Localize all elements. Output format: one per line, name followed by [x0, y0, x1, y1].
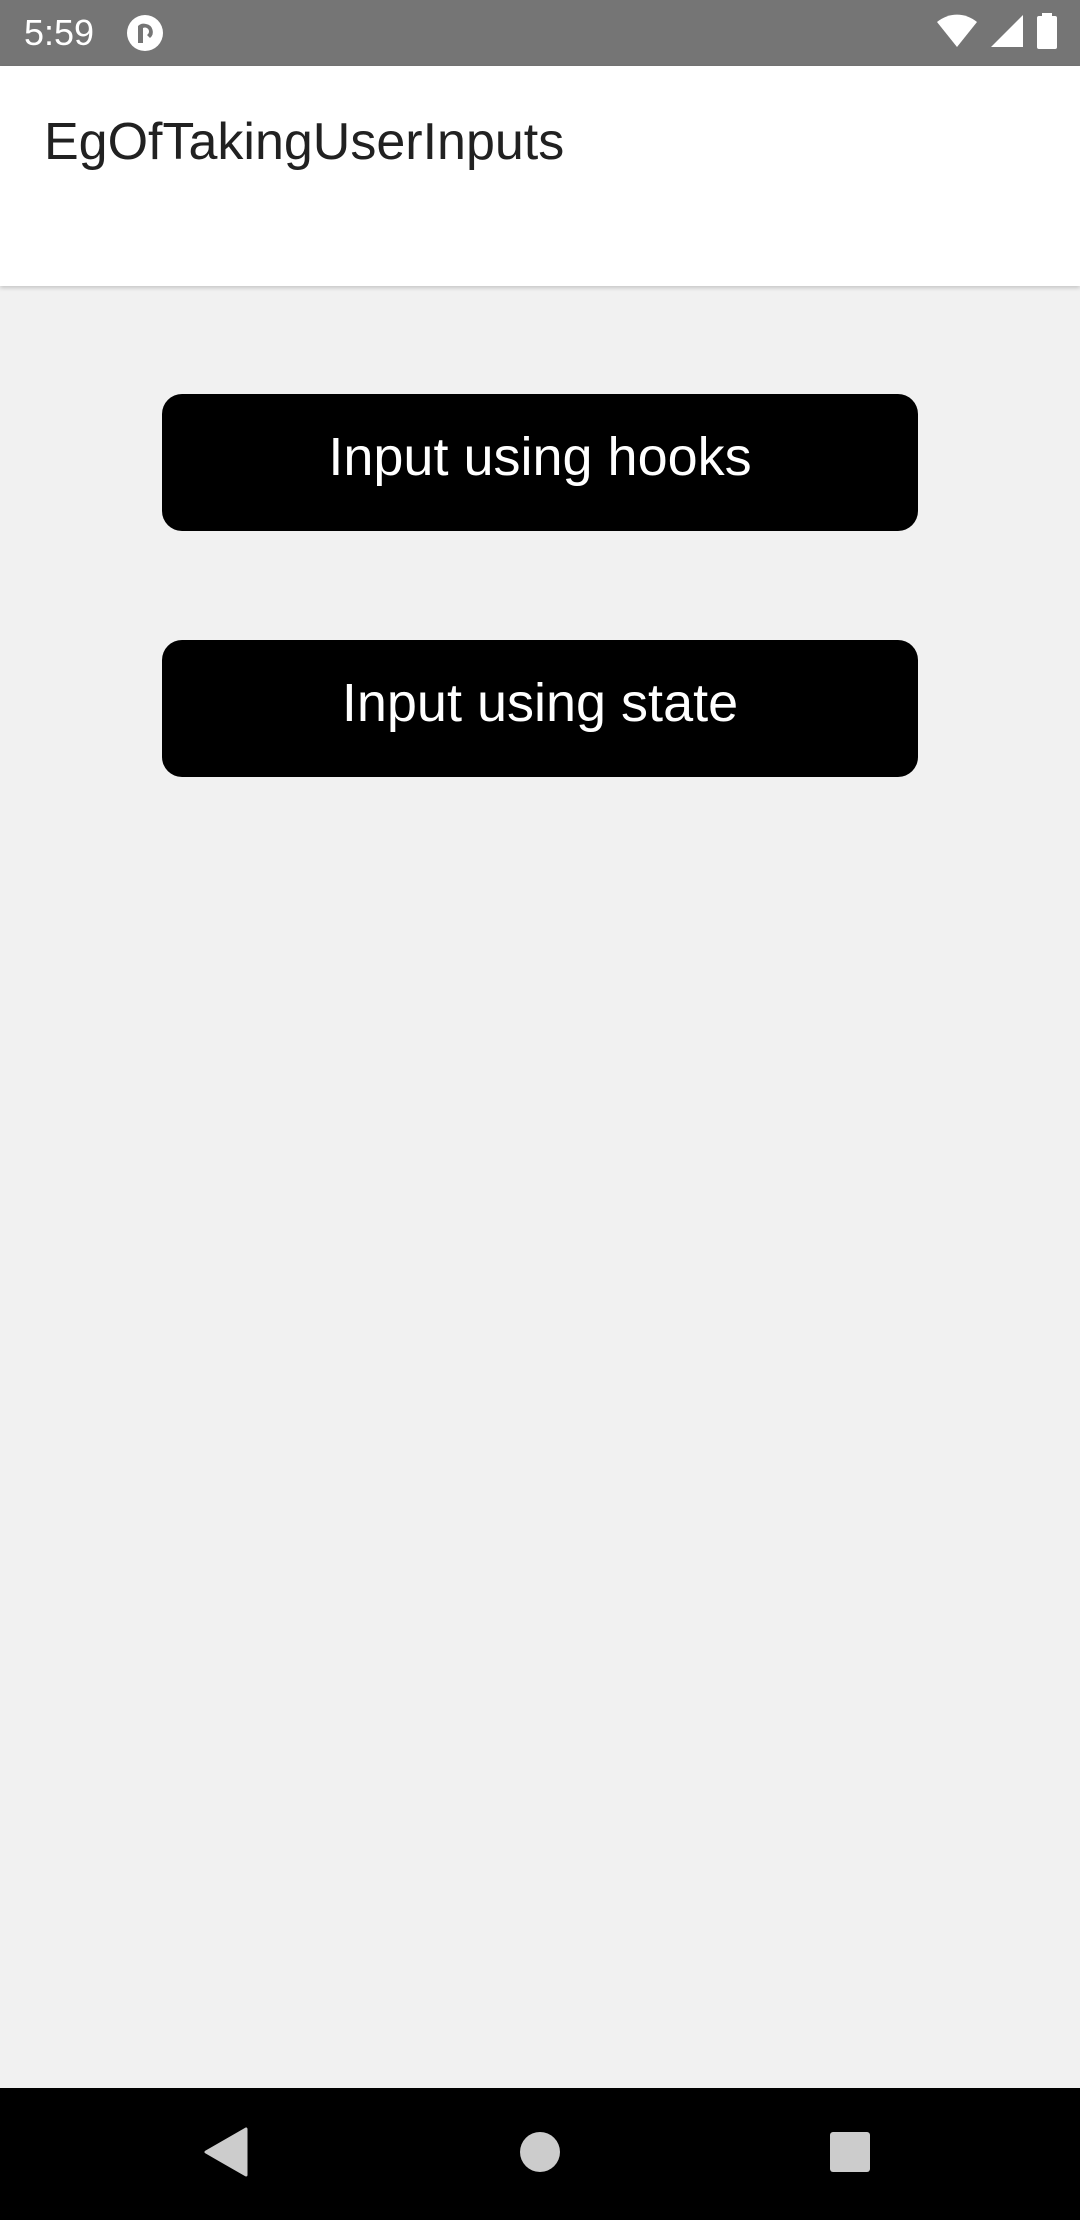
home-icon — [518, 2130, 562, 2179]
input-using-hooks-label: Input using hooks — [328, 426, 752, 487]
input-using-state-button[interactable]: Input using state — [162, 640, 918, 777]
back-icon — [204, 2127, 248, 2182]
app-bar — [0, 66, 1080, 286]
pocket-casts-icon — [126, 14, 164, 52]
status-time: 5:59 — [24, 12, 95, 53]
home-button[interactable] — [504, 2118, 576, 2190]
page-title: EgOfTakingUserInputs — [44, 113, 565, 171]
navigation-bar — [0, 2088, 1080, 2220]
recents-icon — [828, 2130, 872, 2179]
input-using-hooks-button[interactable]: Input using hooks — [162, 394, 918, 531]
status-bar: 5:59 — [0, 0, 1080, 66]
status-icons — [936, 12, 1058, 54]
cellular-signal-icon — [990, 14, 1024, 53]
battery-icon — [1036, 12, 1058, 54]
recents-button[interactable] — [814, 2118, 886, 2190]
input-using-state-label: Input using state — [341, 672, 739, 733]
back-button[interactable] — [190, 2118, 262, 2190]
wifi-icon — [936, 14, 978, 53]
